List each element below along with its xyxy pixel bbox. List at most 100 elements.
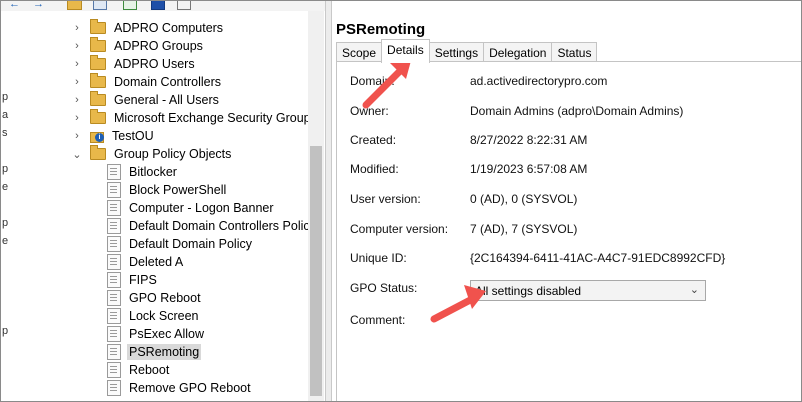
tab-settings[interactable]: Settings — [428, 42, 485, 63]
left-strip: p a s p e p e p — [1, 11, 11, 401]
tab-status[interactable]: Status — [551, 42, 598, 63]
properties-icon[interactable] — [93, 1, 107, 10]
left-strip-text: p — [2, 217, 9, 229]
folder-icon[interactable] — [67, 1, 82, 10]
tree-item[interactable]: PSRemoting — [107, 343, 202, 361]
folder-icon — [90, 55, 106, 70]
chevron-right-icon[interactable]: › — [71, 58, 83, 70]
tree-scrollbar[interactable] — [308, 11, 324, 401]
created-value: 8/27/2022 8:22:31 AM — [470, 133, 588, 147]
chevron-right-icon[interactable]: › — [71, 112, 83, 124]
comment-label: Comment: — [350, 313, 406, 327]
forward-arrow-icon[interactable]: → — [33, 1, 44, 10]
gpo-icon — [107, 254, 121, 270]
tree-item[interactable]: PsExec Allow — [107, 325, 206, 343]
gpo-icon — [107, 344, 121, 360]
tree-item[interactable]: GPO Reboot — [107, 289, 203, 307]
folder-icon — [90, 73, 106, 88]
unique-id-label: Unique ID: — [350, 251, 407, 265]
modified-label: Modified: — [350, 162, 399, 176]
organizational-unit-icon: i — [90, 130, 104, 143]
left-strip-text: p — [2, 91, 9, 103]
tree-item-label: ADPRO Groups — [114, 39, 203, 53]
tab-details[interactable]: Details — [381, 39, 430, 63]
gpo-icon — [107, 272, 121, 288]
chevron-right-icon[interactable]: › — [71, 76, 83, 88]
back-arrow-icon[interactable]: ← — [9, 1, 20, 10]
tree-item[interactable]: › General - All Users — [71, 91, 221, 109]
tree-item-label: Lock Screen — [129, 309, 199, 323]
chevron-down-icon: ⌄ — [689, 284, 699, 296]
tree-item-label: Domain Controllers — [114, 75, 221, 89]
tree-item[interactable]: › Microsoft Exchange Security Groups — [71, 109, 319, 127]
folder-icon — [90, 91, 106, 106]
left-strip-text: p — [2, 163, 9, 175]
tree-item[interactable]: Default Domain Policy — [107, 235, 254, 253]
pane-splitter[interactable] — [325, 1, 332, 401]
tree-item[interactable]: › Domain Controllers — [71, 73, 223, 91]
tree-item[interactable]: Remove GPO Reboot — [107, 379, 253, 397]
chevron-right-icon[interactable]: › — [71, 40, 83, 52]
tree-item-label: PSRemoting — [127, 344, 202, 360]
gpo-icon — [107, 164, 121, 180]
toolbar: ← → — [1, 1, 331, 11]
tree-item[interactable]: ⌄ Group Policy Objects — [71, 145, 233, 163]
left-strip-text: e — [2, 181, 9, 193]
chevron-right-icon[interactable]: › — [71, 94, 83, 106]
tree-item-label: PsExec Allow — [129, 327, 205, 341]
gpo-icon — [107, 218, 121, 234]
left-strip-text: p — [2, 325, 9, 337]
annotation-arrow-icon — [430, 285, 486, 323]
refresh-icon[interactable] — [123, 1, 137, 10]
tree-item[interactable]: Computer - Logon Banner — [107, 199, 276, 217]
tree-item-label: GPO Reboot — [129, 291, 201, 305]
tree-item-label: Microsoft Exchange Security Groups — [114, 111, 317, 125]
computer-version-label: Computer version: — [350, 222, 449, 236]
gpo-icon — [107, 290, 121, 306]
tree-item-label: Group Policy Objects — [114, 147, 232, 161]
tree-item-label: General - All Users — [114, 93, 219, 107]
tree-item[interactable]: › ADPRO Groups — [71, 37, 205, 55]
help-icon[interactable] — [151, 1, 165, 10]
owner-value: Domain Admins (adpro\Domain Admins) — [470, 104, 684, 118]
left-strip-text: a — [2, 109, 9, 121]
gpo-status-dropdown[interactable]: All settings disabled ⌄ — [470, 280, 706, 301]
tree-item[interactable]: › ADPRO Computers — [71, 19, 225, 37]
domain-value: ad.activedirectorypro.com — [470, 74, 608, 88]
tree-item-label: Reboot — [129, 363, 170, 377]
folder-icon — [90, 19, 106, 34]
tree-item-label: Computer - Logon Banner — [129, 201, 274, 215]
details-pane: PSRemoting Scope Details Settings Delega… — [332, 1, 801, 401]
gpo-icon — [107, 326, 121, 342]
folder-icon — [90, 109, 106, 124]
tree-item-label: Default Domain Controllers Policy — [129, 219, 316, 233]
gpo-icon — [107, 308, 121, 324]
user-version-label: User version: — [350, 192, 421, 206]
chevron-down-icon[interactable]: ⌄ — [71, 148, 83, 161]
tree-item[interactable]: Block PowerShell — [107, 181, 228, 199]
folder-icon — [90, 37, 106, 52]
chevron-right-icon[interactable]: › — [71, 130, 83, 142]
tree-item[interactable]: › ADPRO Users — [71, 55, 197, 73]
tree-item[interactable]: Default Domain Controllers Policy — [107, 217, 318, 235]
tree-scrollbar-thumb[interactable] — [310, 146, 322, 396]
console-icon[interactable] — [177, 1, 191, 10]
tree-item-label: Bitlocker — [129, 165, 177, 179]
tree-item[interactable]: Bitlocker — [107, 163, 179, 181]
tree-item[interactable]: Lock Screen — [107, 307, 200, 325]
gpo-icon — [107, 182, 121, 198]
tree-item[interactable]: FIPS — [107, 271, 159, 289]
unique-id-value: {2C164394-6411-41AC-A4C7-91EDC8992CFD} — [470, 251, 726, 265]
tree-item[interactable]: Reboot — [107, 361, 171, 379]
computer-version-value: 7 (AD), 7 (SYSVOL) — [470, 222, 578, 236]
gpo-icon — [107, 380, 121, 396]
modified-value: 1/19/2023 6:57:08 AM — [470, 162, 588, 176]
tree-item[interactable]: Deleted A — [107, 253, 185, 271]
tree-item[interactable]: › i TestOU — [71, 127, 156, 145]
gpo-icon — [107, 362, 121, 378]
folder-icon — [90, 145, 106, 160]
tab-delegation[interactable]: Delegation — [483, 42, 553, 63]
tree-item-label: Default Domain Policy — [129, 237, 252, 251]
gpo-icon — [107, 236, 121, 252]
chevron-right-icon[interactable]: › — [71, 22, 83, 34]
